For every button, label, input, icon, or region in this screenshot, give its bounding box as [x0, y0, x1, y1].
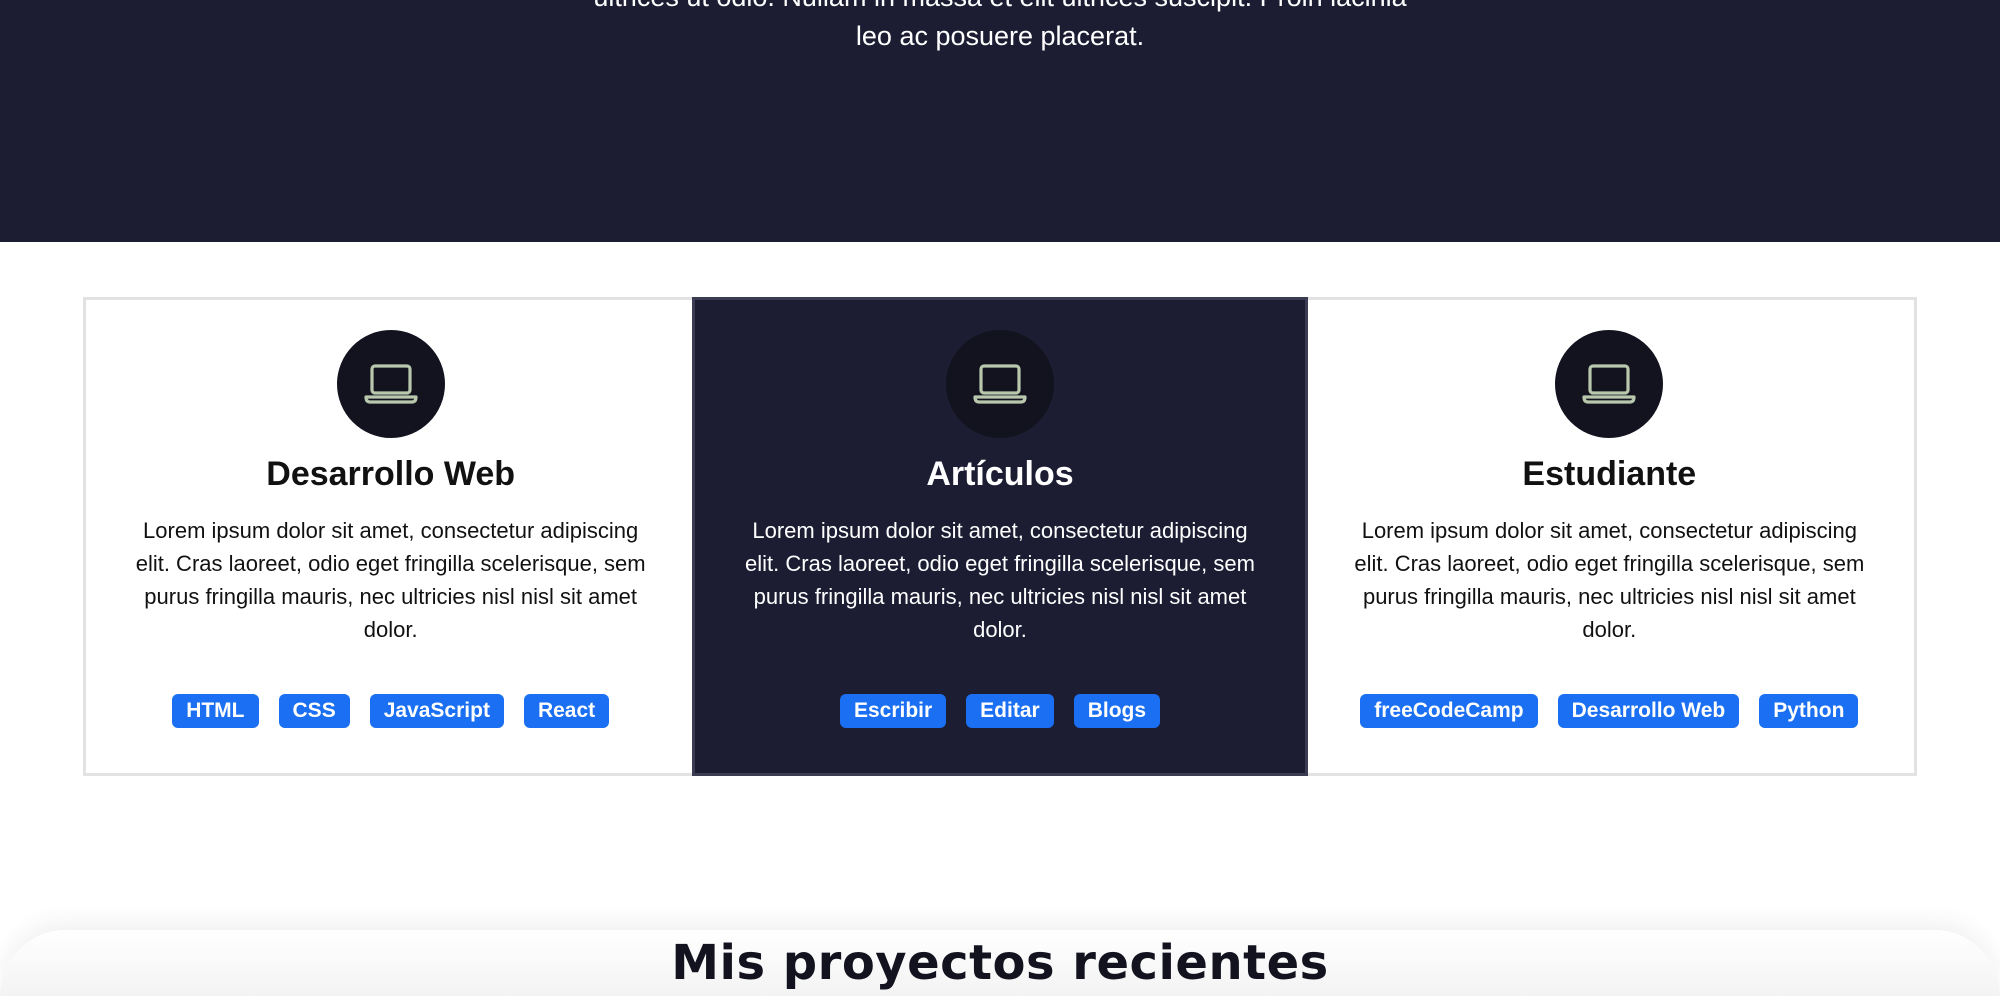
tag-html[interactable]: HTML — [172, 694, 259, 728]
tag-freecodecamp[interactable]: freeCodeCamp — [1360, 694, 1538, 728]
tag-python[interactable]: Python — [1759, 694, 1859, 728]
card-tags: Escribir Editar Blogs — [695, 694, 1304, 728]
tag-desarrollo-web[interactable]: Desarrollo Web — [1557, 694, 1740, 728]
card-desc-line: dolor. — [1582, 617, 1637, 642]
card-desc-line: purus fringilla mauris, nec ultricies ni… — [144, 584, 638, 609]
card-desc-line: elit. Cras laoreet, odio eget fringilla … — [1354, 551, 1865, 576]
card-desc-line: elit. Cras laoreet, odio eget fringilla … — [135, 551, 646, 576]
hero-section: ultrices ut odio. Nullam in massa et eli… — [0, 0, 2000, 242]
tag-javascript[interactable]: JavaScript — [369, 694, 504, 728]
hero-description: ultrices ut odio. Nullam in massa et eli… — [560, 0, 1440, 56]
card-desc-line: dolor. — [363, 617, 418, 642]
laptop-icon — [1555, 330, 1664, 438]
card-desarrollo-web: Desarrollo Web Lorem ipsum dolor sit ame… — [86, 300, 695, 773]
tag-css[interactable]: CSS — [278, 694, 350, 728]
card-desc-line: purus fringilla mauris, nec ultricies ni… — [1362, 584, 1856, 609]
projects-heading: Mis proyectos recientes — [671, 935, 1329, 991]
hero-line: leo ac posuere placerat. — [855, 21, 1145, 51]
laptop-icon — [945, 330, 1054, 438]
card-desc-line: elit. Cras laoreet, odio eget fringilla … — [745, 551, 1255, 576]
card-description: Lorem ipsum dolor sit amet, consectetur … — [126, 514, 655, 646]
card-desc-line: Lorem ipsum dolor sit amet, consectetur … — [1361, 518, 1857, 543]
card-title: Desarrollo Web — [266, 455, 516, 493]
card-description: Lorem ipsum dolor sit amet, consectetur … — [1345, 514, 1874, 646]
card-description: Lorem ipsum dolor sit amet, consectetur … — [735, 514, 1264, 646]
card-tags: HTML CSS JavaScript React — [86, 694, 695, 728]
skills-cards: Desarrollo Web Lorem ipsum dolor sit ame… — [83, 297, 1917, 776]
tag-blogs[interactable]: Blogs — [1073, 694, 1161, 728]
card-estudiante: Estudiante Lorem ipsum dolor sit amet, c… — [1305, 300, 1914, 773]
laptop-icon — [336, 330, 445, 438]
card-desc-line: Lorem ipsum dolor sit amet, consectetur … — [752, 518, 1248, 543]
card-title: Artículos — [926, 455, 1074, 493]
card-articulos: Artículos Lorem ipsum dolor sit amet, co… — [692, 297, 1308, 776]
tag-editar[interactable]: Editar — [966, 694, 1054, 728]
card-title: Estudiante — [1522, 455, 1697, 493]
tag-escribir[interactable]: Escribir — [839, 694, 947, 728]
card-tags: freeCodeCamp Desarrollo Web Python — [1305, 694, 1914, 728]
card-desc-line: Lorem ipsum dolor sit amet, consectetur … — [143, 518, 639, 543]
tag-react[interactable]: React — [523, 694, 610, 728]
card-desc-line: purus fringilla mauris, nec ultricies ni… — [753, 584, 1247, 609]
card-desc-line: dolor. — [973, 617, 1027, 642]
hero-line: ultrices ut odio. Nullam in massa et eli… — [560, 0, 1440, 17]
